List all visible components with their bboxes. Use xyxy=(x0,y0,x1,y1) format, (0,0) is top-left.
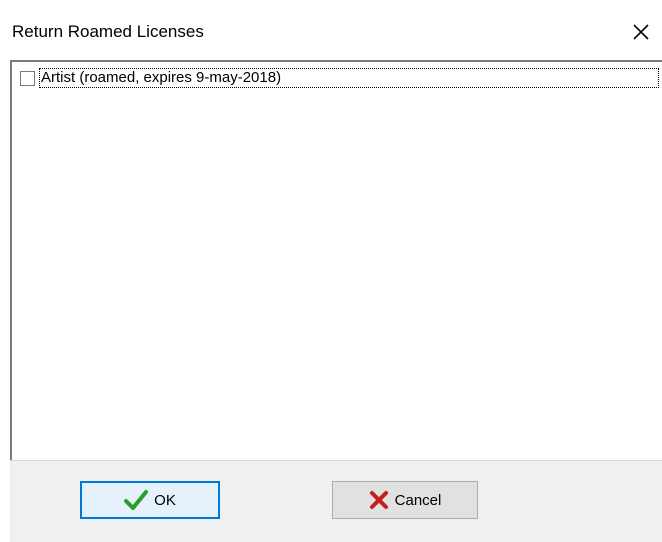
x-icon xyxy=(369,490,389,510)
dialog-title: Return Roamed Licenses xyxy=(12,22,204,41)
close-button[interactable] xyxy=(620,14,662,50)
license-label: Artist (roamed, expires 9-may-2018) xyxy=(39,68,659,88)
ok-label: OK xyxy=(154,491,176,509)
dialog-window: Return Roamed Licenses Artist (roamed, e… xyxy=(0,0,662,542)
cancel-button[interactable]: Cancel xyxy=(332,481,478,519)
close-icon xyxy=(633,24,649,40)
title-bar: Return Roamed Licenses xyxy=(0,0,662,60)
license-checkbox[interactable] xyxy=(20,70,35,86)
license-list[interactable]: Artist (roamed, expires 9-may-2018) xyxy=(10,60,662,460)
button-panel: OK Cancel xyxy=(10,460,662,542)
checkmark-icon xyxy=(124,489,149,511)
list-item[interactable]: Artist (roamed, expires 9-may-2018) xyxy=(20,68,659,88)
ok-button[interactable]: OK xyxy=(80,481,220,519)
cancel-label: Cancel xyxy=(394,491,442,509)
